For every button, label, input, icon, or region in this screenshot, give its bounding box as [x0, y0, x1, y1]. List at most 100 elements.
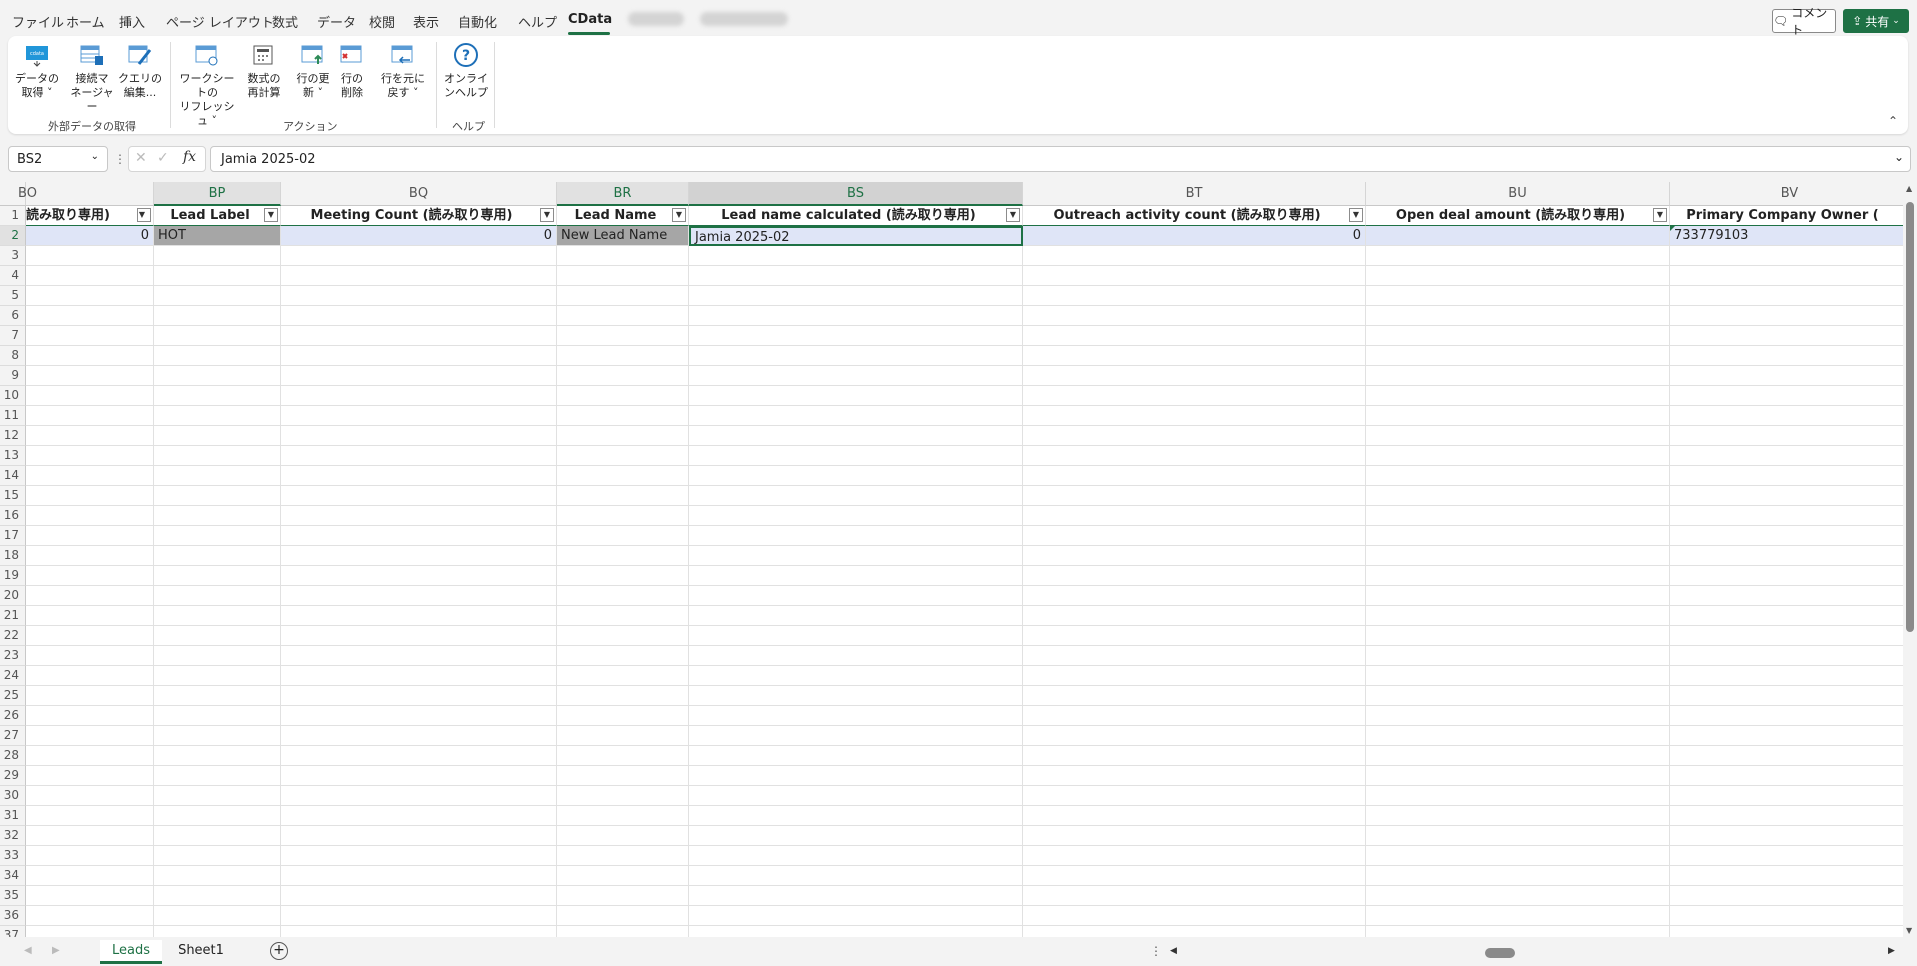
- table-cell[interactable]: [1366, 626, 1670, 646]
- horizontal-scroll-thumb[interactable]: [1485, 948, 1515, 958]
- table-cell[interactable]: 0: [26, 226, 154, 246]
- table-cell[interactable]: [154, 646, 281, 666]
- table-cell[interactable]: [1670, 666, 1910, 686]
- table-header-cell[interactable]: Lead name calculated (読み取り専用) ▼: [689, 206, 1023, 226]
- filter-dropdown-icon[interactable]: ▼: [1653, 208, 1667, 222]
- table-cell[interactable]: [154, 326, 281, 346]
- table-cell[interactable]: [557, 826, 689, 846]
- table-cell[interactable]: [557, 266, 689, 286]
- table-cell[interactable]: [1366, 726, 1670, 746]
- table-cell[interactable]: [1023, 306, 1366, 326]
- table-cell[interactable]: [557, 746, 689, 766]
- table-cell[interactable]: [1670, 386, 1910, 406]
- table-cell[interactable]: [1023, 246, 1366, 266]
- table-cell[interactable]: [1023, 266, 1366, 286]
- table-cell[interactable]: [1023, 886, 1366, 906]
- table-cell[interactable]: [1670, 526, 1910, 546]
- table-cell[interactable]: [1023, 606, 1366, 626]
- table-cell[interactable]: [154, 926, 281, 937]
- table-cell[interactable]: [689, 506, 1023, 526]
- row-header[interactable]: 10: [0, 386, 26, 406]
- column-header-bv[interactable]: BV: [1670, 182, 1910, 206]
- table-cell[interactable]: [1670, 906, 1910, 926]
- table-cell[interactable]: [689, 286, 1023, 306]
- table-cell[interactable]: [1366, 306, 1670, 326]
- table-cell[interactable]: [26, 826, 154, 846]
- table-cell[interactable]: [281, 746, 557, 766]
- column-header-bq[interactable]: BQ: [281, 182, 557, 206]
- table-cell[interactable]: [1023, 846, 1366, 866]
- row-header[interactable]: 9: [0, 366, 26, 386]
- vertical-scrollbar[interactable]: ▲ ▼: [1903, 182, 1917, 937]
- column-header-bo[interactable]: BO: [18, 182, 154, 206]
- table-cell[interactable]: [1366, 246, 1670, 266]
- table-cell[interactable]: [1366, 486, 1670, 506]
- table-cell[interactable]: [154, 526, 281, 546]
- table-cell[interactable]: 733779103: [1670, 226, 1910, 246]
- table-cell[interactable]: [26, 406, 154, 426]
- table-cell[interactable]: [154, 886, 281, 906]
- table-cell[interactable]: [1366, 586, 1670, 606]
- row-header[interactable]: 14: [0, 466, 26, 486]
- table-cell[interactable]: [557, 646, 689, 666]
- table-cell[interactable]: [689, 926, 1023, 937]
- table-cell[interactable]: [1023, 666, 1366, 686]
- table-cell[interactable]: [1366, 526, 1670, 546]
- table-cell[interactable]: [1366, 746, 1670, 766]
- table-cell[interactable]: [557, 766, 689, 786]
- sheet-tab-leads[interactable]: Leads: [100, 940, 162, 964]
- tab-menu-9[interactable]: ヘルプ: [518, 12, 557, 31]
- table-cell[interactable]: [26, 886, 154, 906]
- table-cell[interactable]: [1366, 666, 1670, 686]
- table-cell[interactable]: [1670, 866, 1910, 886]
- table-cell[interactable]: [1366, 886, 1670, 906]
- table-cell[interactable]: [1366, 446, 1670, 466]
- table-cell[interactable]: [1670, 446, 1910, 466]
- table-cell[interactable]: [689, 386, 1023, 406]
- table-cell[interactable]: [154, 426, 281, 446]
- table-cell[interactable]: [1366, 646, 1670, 666]
- table-cell[interactable]: [1023, 486, 1366, 506]
- ribbon-button-delete-row[interactable]: 行の 削除: [334, 42, 370, 100]
- table-header-cell[interactable]: Open deal amount (読み取り専用) ▼: [1366, 206, 1670, 226]
- table-cell[interactable]: [281, 306, 557, 326]
- formula-input[interactable]: Jamia 2025-02 ⌄: [210, 146, 1911, 172]
- row-header[interactable]: 21: [0, 606, 26, 626]
- row-header[interactable]: 27: [0, 726, 26, 746]
- more-options-icon[interactable]: ⋮: [114, 152, 126, 166]
- table-cell[interactable]: [1366, 846, 1670, 866]
- table-cell[interactable]: [1366, 686, 1670, 706]
- table-cell[interactable]: [1366, 326, 1670, 346]
- table-cell[interactable]: [1670, 926, 1910, 937]
- table-cell[interactable]: [281, 466, 557, 486]
- table-cell[interactable]: [557, 886, 689, 906]
- next-sheet-icon[interactable]: ▶: [52, 945, 60, 956]
- table-cell[interactable]: [281, 786, 557, 806]
- table-header-cell[interactable]: Outreach activity count (読み取り専用) ▼: [1023, 206, 1366, 226]
- table-cell[interactable]: [281, 366, 557, 386]
- table-cell[interactable]: [1023, 646, 1366, 666]
- table-cell[interactable]: [281, 566, 557, 586]
- table-cell[interactable]: [1366, 226, 1670, 246]
- table-cell[interactable]: [557, 306, 689, 326]
- table-cell[interactable]: [281, 766, 557, 786]
- table-cell[interactable]: [1366, 286, 1670, 306]
- table-cell[interactable]: [26, 866, 154, 886]
- table-cell[interactable]: [1366, 346, 1670, 366]
- table-cell[interactable]: [557, 586, 689, 606]
- cancel-icon[interactable]: ✕: [135, 150, 147, 166]
- row-header[interactable]: 6: [0, 306, 26, 326]
- filter-dropdown-icon[interactable]: ▼: [1006, 208, 1020, 222]
- table-cell[interactable]: [26, 526, 154, 546]
- table-cell[interactable]: [281, 406, 557, 426]
- table-cell[interactable]: [1023, 286, 1366, 306]
- tab-menu-2[interactable]: 挿入: [119, 12, 145, 31]
- table-cell[interactable]: [689, 566, 1023, 586]
- table-cell[interactable]: [281, 326, 557, 346]
- table-cell[interactable]: [154, 266, 281, 286]
- table-cell[interactable]: [281, 666, 557, 686]
- row-header[interactable]: 31: [0, 806, 26, 826]
- table-cell[interactable]: [154, 806, 281, 826]
- collapse-ribbon-icon[interactable]: ⌃: [1888, 114, 1898, 128]
- table-cell[interactable]: [1366, 606, 1670, 626]
